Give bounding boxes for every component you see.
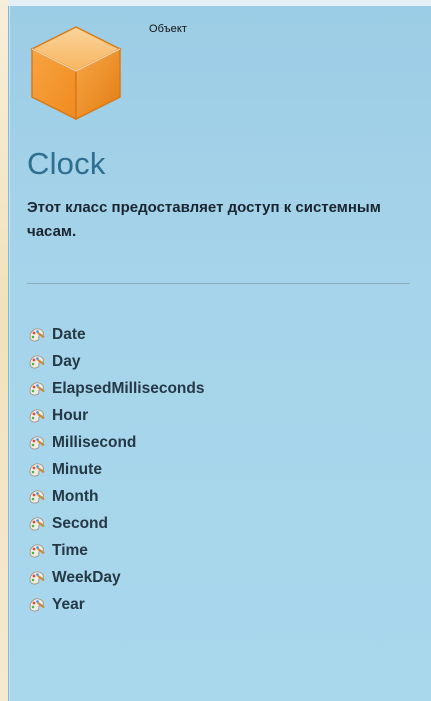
property-icon [29,408,45,422]
object-kind-label: Объект [149,23,188,35]
member-label: WeekDay [52,568,121,586]
member-label: Month [52,487,99,505]
member-item-second[interactable]: Second [28,510,204,537]
property-icon [29,597,45,611]
member-label: Date [52,325,86,343]
member-item-millisecond[interactable]: Millisecond [28,429,204,456]
member-item-hour[interactable]: Hour [28,402,204,429]
member-label: Year [52,595,85,613]
member-item-date[interactable]: Date [28,321,204,348]
property-icon [29,489,45,503]
property-icon [29,381,45,395]
member-label: Second [52,514,108,532]
property-icon [29,462,45,476]
member-list: Date Day ElapsedMilliseconds Hour Millis… [28,321,204,618]
property-icon [29,543,45,557]
member-item-minute[interactable]: Minute [28,456,204,483]
member-label: Millisecond [52,433,137,451]
member-label: Hour [52,406,89,424]
object-cube-icon [30,26,122,121]
property-icon [29,570,45,584]
object-description: Этот класс предоставляет доступ к систем… [27,199,381,240]
divider [27,283,410,284]
property-icon [29,327,45,341]
property-icon [29,516,45,530]
member-item-time[interactable]: Time [28,537,204,564]
property-icon [29,354,45,368]
member-label: ElapsedMilliseconds [52,379,205,397]
property-icon [29,435,45,449]
member-label: Day [52,352,81,370]
member-label: Time [52,541,88,559]
member-item-elapsedmilliseconds[interactable]: ElapsedMilliseconds [28,375,204,402]
object-title: Clock [27,146,106,181]
member-label: Minute [52,460,102,478]
member-item-weekday[interactable]: WeekDay [28,564,204,591]
member-item-day[interactable]: Day [28,348,204,375]
member-item-month[interactable]: Month [28,483,204,510]
member-item-year[interactable]: Year [28,591,204,618]
